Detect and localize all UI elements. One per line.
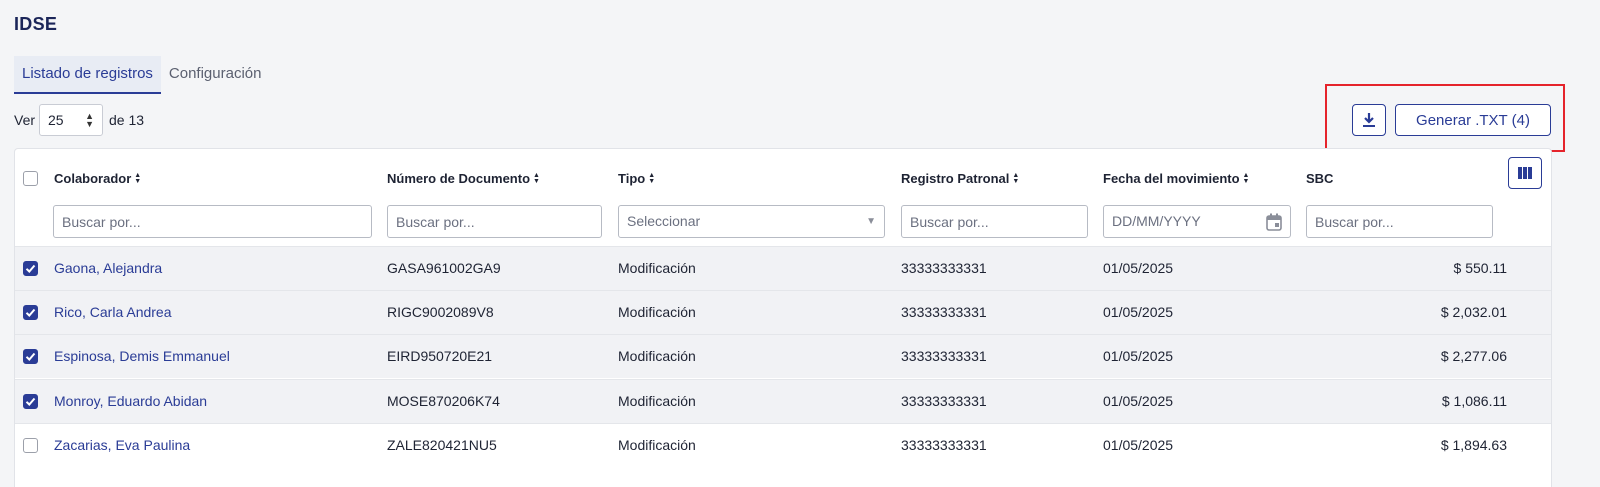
document-number: EIRD950720E21: [387, 348, 493, 364]
page-size-prefix: Ver: [14, 112, 36, 128]
document-number: RIGC9002089V8: [387, 304, 494, 320]
column-label: Fecha del movimiento: [1103, 171, 1240, 186]
column-sbc: SBC: [1306, 171, 1333, 186]
movement-type: Modificación: [618, 437, 696, 453]
registro-patronal: 33333333331: [901, 260, 987, 276]
filter-documento-input[interactable]: [387, 205, 602, 238]
registro-patronal: 33333333331: [901, 393, 987, 409]
column-label: Tipo: [618, 171, 646, 186]
select-all-checkbox[interactable]: [23, 171, 38, 186]
sort-icon: ▲ ▼: [533, 171, 540, 185]
page-size-control: Ver 25 ▲ ▼ de 13: [14, 104, 144, 136]
movement-date: 01/05/2025: [1103, 437, 1174, 453]
movement-date: 01/05/2025: [1103, 304, 1174, 320]
document-number: MOSE870206K74: [387, 393, 500, 409]
colaborador-link[interactable]: Zacarias, Eva Paulina: [54, 424, 190, 467]
sort-icon: ▲ ▼: [648, 171, 656, 185]
row-checkbox[interactable]: [23, 438, 38, 453]
calendar-icon[interactable]: [1266, 213, 1282, 231]
sbc-amount: $ 1,086.11: [1441, 393, 1507, 409]
movement-date: 01/05/2025: [1103, 260, 1174, 276]
records-table: Colaborador ▲ ▼ Número de Documento ▲ ▼ Ti…: [14, 148, 1552, 487]
sbc-amount: $ 2,032.01: [1440, 304, 1507, 320]
colaborador-link[interactable]: Rico, Carla Andrea: [54, 291, 172, 334]
sbc-amount: $ 1,894.63: [1440, 437, 1507, 453]
column-label: Número de Documento: [387, 171, 531, 186]
table-row[interactable]: Zacarias, Eva Paulina ZALE820421NU5 Modifi…: [15, 423, 1551, 467]
column-label: Registro Patronal: [901, 171, 1010, 186]
column-colaborador[interactable]: Colaborador ▲ ▼: [54, 171, 141, 186]
sbc-amount: $ 550.11: [1453, 260, 1507, 276]
page-size-value: 25: [48, 112, 64, 128]
colaborador-link[interactable]: Gaona, Alejandra: [54, 247, 162, 290]
checkmark-icon: [25, 397, 36, 406]
movement-type: Modificación: [618, 304, 696, 320]
column-tipo[interactable]: Tipo ▲ ▼: [618, 171, 655, 186]
row-checkbox[interactable]: [23, 305, 38, 320]
colaborador-link[interactable]: Monroy, Eduardo Abidan: [54, 380, 207, 423]
movement-type: Modificación: [618, 393, 696, 409]
movement-type: Modificación: [618, 348, 696, 364]
row-checkbox[interactable]: [23, 349, 38, 364]
column-registro[interactable]: Registro Patronal ▲ ▼: [901, 171, 1019, 186]
tab-bar: Listado de registros Configuración: [14, 56, 269, 94]
page-total: de 13: [109, 112, 145, 128]
table-row[interactable]: Rico, Carla Andrea RIGC9002089V8 Modificac…: [15, 290, 1551, 334]
columns-toggle-button[interactable]: [1508, 157, 1542, 189]
column-label: Colaborador: [54, 171, 132, 186]
column-documento[interactable]: Número de Documento ▲ ▼: [387, 171, 540, 186]
colaborador-link[interactable]: Espinosa, Demis Emmanuel: [54, 335, 230, 378]
registro-patronal: 33333333331: [901, 348, 987, 364]
tab-listado[interactable]: Listado de registros: [14, 56, 161, 94]
generate-txt-button[interactable]: Generar .TXT (4): [1395, 104, 1551, 136]
sbc-amount: $ 2,277.06: [1440, 348, 1507, 364]
document-number: ZALE820421NU5: [387, 437, 497, 453]
checkmark-icon: [25, 352, 36, 361]
movement-date: 01/05/2025: [1103, 348, 1174, 364]
tab-configuracion[interactable]: Configuración: [161, 56, 270, 94]
movement-date: 01/05/2025: [1103, 393, 1174, 409]
columns-icon: [1518, 167, 1532, 179]
row-checkbox[interactable]: [23, 261, 38, 276]
column-label: SBC: [1306, 171, 1334, 186]
filter-colaborador-input[interactable]: [53, 205, 372, 238]
column-fecha[interactable]: Fecha del movimiento ▲ ▼: [1103, 171, 1249, 186]
filter-registro-input[interactable]: [901, 205, 1088, 238]
sort-icon: ▲ ▼: [1242, 171, 1250, 185]
checkmark-icon: [25, 264, 36, 273]
filter-tipo-select[interactable]: Seleccionar ▼: [618, 205, 885, 238]
filter-sbc-input[interactable]: [1306, 205, 1493, 238]
document-number: GASA961002GA9: [387, 260, 501, 276]
table-row[interactable]: Espinosa, Demis Emmanuel EIRD950720E21 Mod…: [15, 334, 1551, 378]
table-row[interactable]: Monroy, Eduardo Abidan MOSE870206K74 Modif…: [15, 379, 1551, 423]
download-icon: [1363, 113, 1375, 127]
updown-arrows-icon: ▲ ▼: [85, 111, 95, 129]
chevron-down-icon: ▼: [866, 216, 876, 227]
download-button[interactable]: [1352, 104, 1386, 136]
page-title: IDSE: [14, 14, 58, 34]
registro-patronal: 33333333331: [901, 304, 987, 320]
movement-type: Modificación: [618, 260, 696, 276]
registro-patronal: 33333333331: [901, 437, 987, 453]
table-row[interactable]: Gaona, Alejandra GASA961002GA9 Modificació…: [15, 246, 1551, 290]
row-checkbox[interactable]: [23, 394, 38, 409]
filter-fecha-placeholder: DD/MM/YYYY: [1112, 213, 1201, 229]
filter-tipo-placeholder: Seleccionar: [627, 213, 701, 229]
filter-fecha-input[interactable]: DD/MM/YYYY: [1103, 205, 1291, 238]
sort-icon: ▲ ▼: [134, 171, 142, 185]
sort-icon: ▲ ▼: [1012, 171, 1020, 185]
checkmark-icon: [25, 308, 36, 317]
page-size-select[interactable]: 25 ▲ ▼: [39, 104, 104, 136]
